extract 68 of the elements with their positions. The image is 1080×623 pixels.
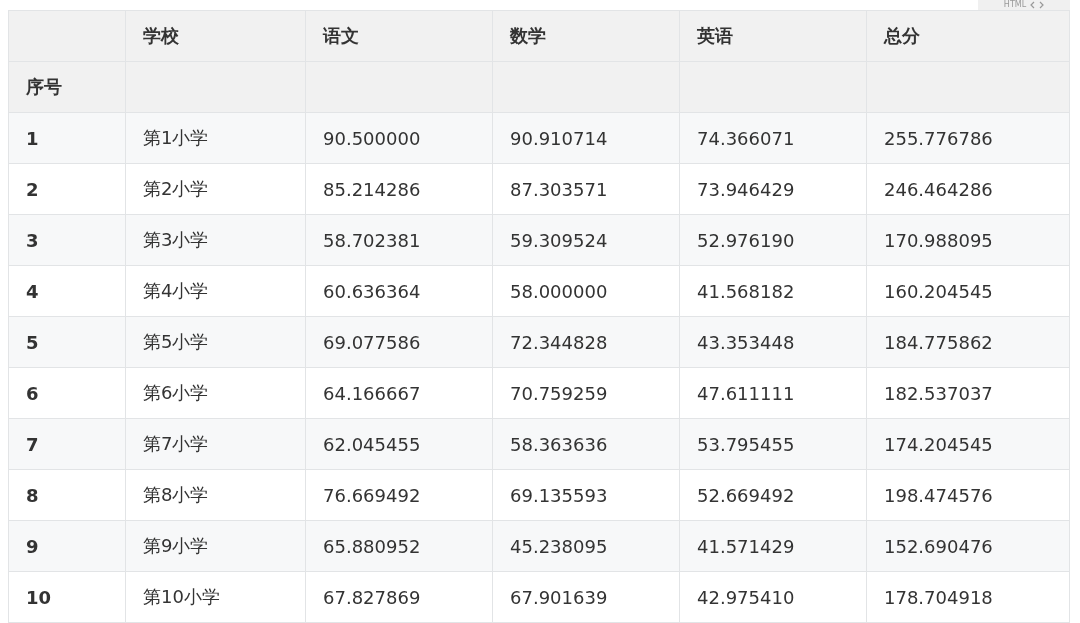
table-cell: 67.827869	[305, 571, 493, 623]
row-index: 8	[8, 469, 126, 521]
table-cell: 41.571429	[679, 520, 867, 572]
table-cell: 73.946429	[679, 163, 867, 215]
table-cell: 58.702381	[305, 214, 493, 266]
table-cell: 178.704918	[866, 571, 1070, 623]
row-index: 4	[8, 265, 126, 317]
table-cell: 59.309524	[492, 214, 680, 266]
table-cell: 65.880952	[305, 520, 493, 572]
table-cell: 62.045455	[305, 418, 493, 470]
table-cell: 53.795455	[679, 418, 867, 470]
table-cell: 45.238095	[492, 520, 680, 572]
table-cell: 72.344828	[492, 316, 680, 368]
table-cell: 58.000000	[492, 265, 680, 317]
row-index: 5	[8, 316, 126, 368]
row-index: 1	[8, 112, 126, 164]
table-cell: 255.776786	[866, 112, 1070, 164]
table-cell: 74.366071	[679, 112, 867, 164]
table-cell: 第8小学	[125, 469, 306, 521]
table-cell: 第9小学	[125, 520, 306, 572]
row-index: 6	[8, 367, 126, 419]
table-cell: 152.690476	[866, 520, 1070, 572]
table-cell: 41.568182	[679, 265, 867, 317]
code-icon	[1030, 1, 1045, 9]
table-cell: 第7小学	[125, 418, 306, 470]
row-index: 2	[8, 163, 126, 215]
table-cell: 174.204545	[866, 418, 1070, 470]
table-cell: 42.975410	[679, 571, 867, 623]
table-cell: 60.636364	[305, 265, 493, 317]
table-cell: 64.166667	[305, 367, 493, 419]
table-cell: 52.669492	[679, 469, 867, 521]
row-index: 3	[8, 214, 126, 266]
table-cell: 246.464286	[866, 163, 1070, 215]
table-cell: 70.759259	[492, 367, 680, 419]
table-cell: 第6小学	[125, 367, 306, 419]
table-cell: 58.363636	[492, 418, 680, 470]
table-cell: 47.611111	[679, 367, 867, 419]
table-cell: 170.988095	[866, 214, 1070, 266]
html-tab[interactable]: HTML	[978, 0, 1070, 10]
table-cell: 第10小学	[125, 571, 306, 623]
table-cell: 69.077586	[305, 316, 493, 368]
table-cell: 69.135593	[492, 469, 680, 521]
column-header: 英语	[679, 10, 867, 62]
table-cell: 182.537037	[866, 367, 1070, 419]
table-cell: 第4小学	[125, 265, 306, 317]
table-cell: 87.303571	[492, 163, 680, 215]
table-cell: 52.976190	[679, 214, 867, 266]
row-index: 9	[8, 520, 126, 572]
table-cell: 184.775862	[866, 316, 1070, 368]
table-cell: 67.901639	[492, 571, 680, 623]
column-header: 总分	[866, 10, 1070, 62]
table-cell: 第1小学	[125, 112, 306, 164]
row-index: 7	[8, 418, 126, 470]
table-cell: 198.474576	[866, 469, 1070, 521]
table-cell: 第5小学	[125, 316, 306, 368]
column-header: 学校	[125, 10, 306, 62]
table-cell: 第3小学	[125, 214, 306, 266]
index-header: 序号	[8, 61, 126, 113]
table-cell: 43.353448	[679, 316, 867, 368]
table-cell: 76.669492	[305, 469, 493, 521]
column-header: 数学	[492, 10, 680, 62]
column-header: 语文	[305, 10, 493, 62]
table-cell: 90.500000	[305, 112, 493, 164]
table-cell: 85.214286	[305, 163, 493, 215]
row-index: 10	[8, 571, 126, 623]
table-cell: 160.204545	[866, 265, 1070, 317]
table-cell: 90.910714	[492, 112, 680, 164]
table-cell: 第2小学	[125, 163, 306, 215]
